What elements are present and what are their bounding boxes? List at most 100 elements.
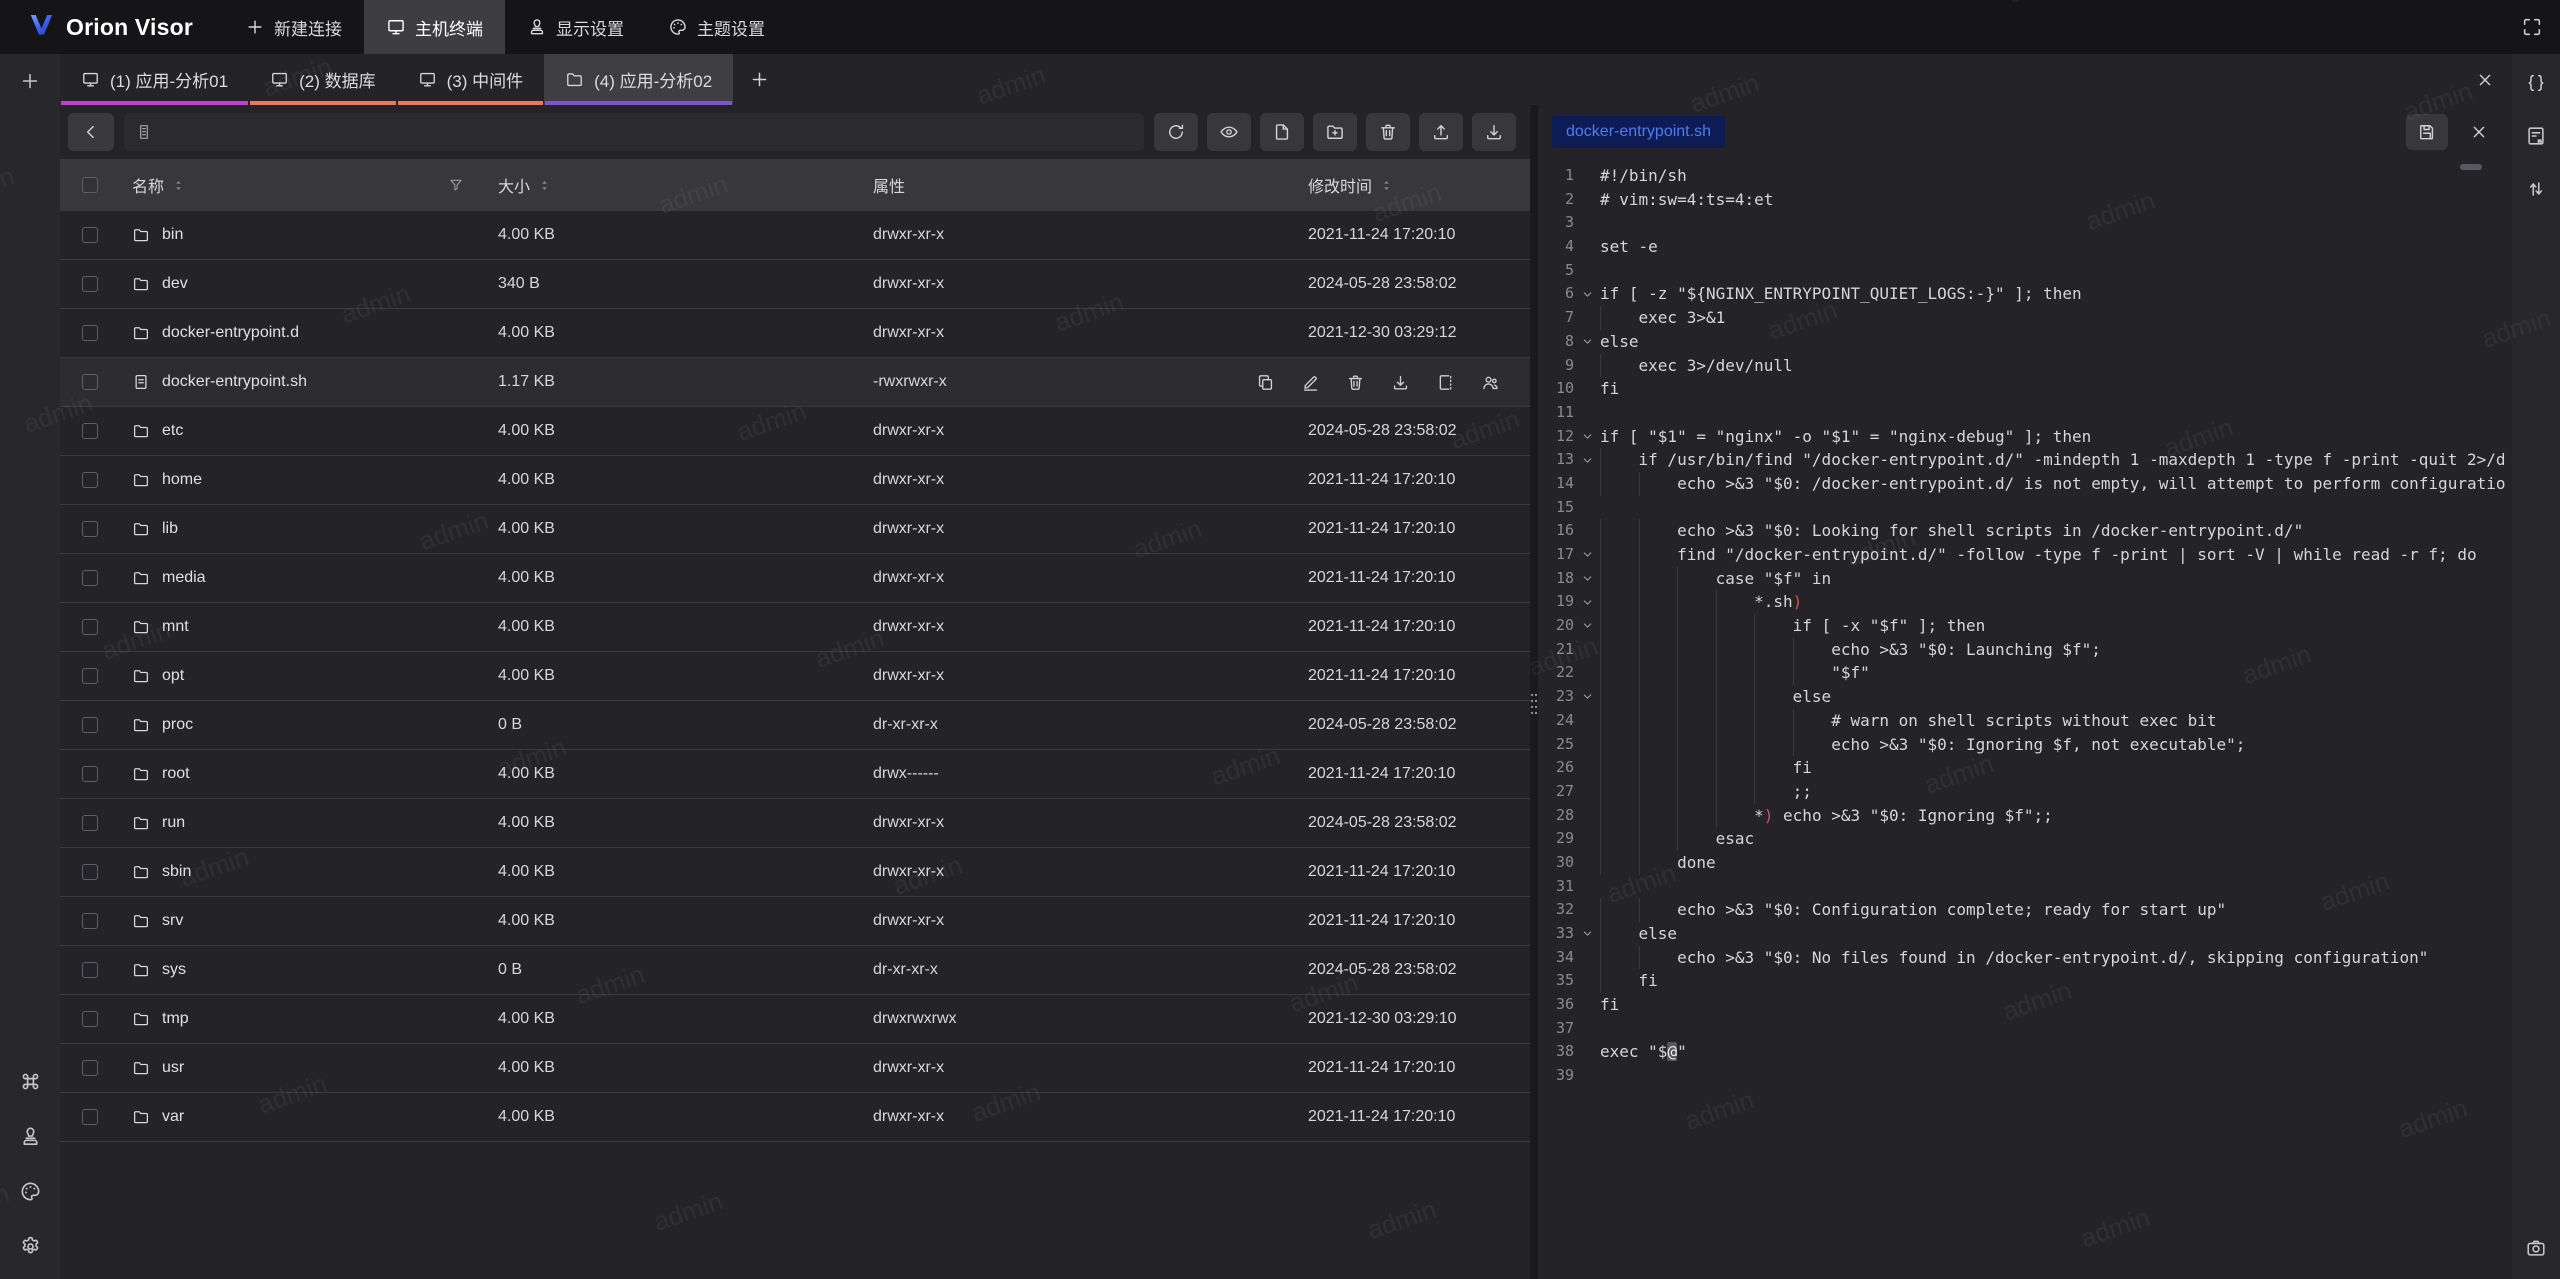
- file-row[interactable]: media4.00 KBdrwxr-xr-x2021-11-24 17:20:1…: [60, 554, 1530, 603]
- file-name[interactable]: var: [132, 1108, 184, 1126]
- file-name[interactable]: usr: [132, 1059, 184, 1077]
- close-editor-icon[interactable]: [2458, 114, 2500, 150]
- file-row[interactable]: lib4.00 KBdrwxr-xr-x2021-11-24 17:20:10: [60, 505, 1530, 554]
- menu-item[interactable]: 显示设置: [505, 0, 646, 54]
- stamp-icon[interactable]: [11, 1117, 49, 1155]
- file-row[interactable]: sbin4.00 KBdrwxr-xr-x2021-11-24 17:20:10: [60, 848, 1530, 897]
- fold-chevron-icon[interactable]: [1574, 330, 1600, 354]
- column-name-label[interactable]: 名称: [132, 173, 164, 197]
- new-connection-plus-icon[interactable]: [11, 62, 49, 100]
- file-name[interactable]: lib: [132, 520, 178, 538]
- menu-item[interactable]: 新建连接: [223, 0, 364, 54]
- add-tab-icon[interactable]: [733, 54, 785, 105]
- file-name[interactable]: etc: [132, 422, 183, 440]
- file-row[interactable]: opt4.00 KBdrwxr-xr-x2021-11-24 17:20:10: [60, 652, 1530, 701]
- back-button[interactable]: [68, 113, 114, 151]
- sort-name-icon[interactable]: [172, 179, 185, 192]
- camera-icon[interactable]: [2517, 1229, 2555, 1267]
- file-row[interactable]: sys0 Bdr-xr-xr-x2024-05-28 23:58:02: [60, 946, 1530, 995]
- download-icon[interactable]: [1472, 113, 1516, 151]
- row-checkbox[interactable]: [82, 717, 98, 733]
- file-row[interactable]: tmp4.00 KBdrwxrwxrwx2021-12-30 03:29:10: [60, 995, 1530, 1044]
- file-name[interactable]: docker-entrypoint.d: [132, 324, 299, 342]
- row-checkbox[interactable]: [82, 668, 98, 684]
- menu-item[interactable]: 主题设置: [646, 0, 787, 54]
- panel-splitter[interactable]: [1530, 105, 1538, 1279]
- fold-chevron-icon[interactable]: [1574, 425, 1600, 449]
- select-all-checkbox[interactable]: [82, 177, 98, 193]
- file-row[interactable]: bin4.00 KBdrwxr-xr-x2021-11-24 17:20:10: [60, 211, 1530, 260]
- fold-chevron-icon[interactable]: [1574, 685, 1600, 709]
- row-checkbox[interactable]: [82, 227, 98, 243]
- file-row[interactable]: var4.00 KBdrwxr-xr-x2021-11-24 17:20:10: [60, 1093, 1530, 1142]
- fold-chevron-icon[interactable]: [1574, 543, 1600, 567]
- row-checkbox[interactable]: [82, 815, 98, 831]
- fold-chevron-icon[interactable]: [1574, 922, 1600, 946]
- row-checkbox[interactable]: [82, 472, 98, 488]
- fileDoc-icon[interactable]: [1260, 113, 1304, 151]
- file-name[interactable]: media: [132, 569, 206, 587]
- brand[interactable]: Orion Visor: [0, 0, 223, 54]
- row-checkbox[interactable]: [82, 374, 98, 390]
- file-name[interactable]: opt: [132, 667, 184, 685]
- file-name[interactable]: tmp: [132, 1010, 189, 1028]
- row-checkbox[interactable]: [82, 619, 98, 635]
- file-row[interactable]: proc0 Bdr-xr-xr-x2024-05-28 23:58:02: [60, 701, 1530, 750]
- folderPlus-icon[interactable]: [1313, 113, 1357, 151]
- file-name[interactable]: bin: [132, 226, 183, 244]
- column-size-label[interactable]: 大小: [498, 173, 530, 197]
- row-checkbox[interactable]: [82, 962, 98, 978]
- file-name[interactable]: mnt: [132, 618, 189, 636]
- fold-chevron-icon[interactable]: [1574, 590, 1600, 614]
- move-icon[interactable]: [1436, 373, 1455, 392]
- file-row[interactable]: usr4.00 KBdrwxr-xr-x2021-11-24 17:20:10: [60, 1044, 1530, 1093]
- row-checkbox[interactable]: [82, 570, 98, 586]
- sortUD-icon[interactable]: [2517, 170, 2555, 208]
- file-row[interactable]: mnt4.00 KBdrwxr-xr-x2021-11-24 17:20:10: [60, 603, 1530, 652]
- file-name[interactable]: srv: [132, 912, 183, 930]
- editor-scrollbar-thumb[interactable]: [2460, 164, 2482, 170]
- file-name[interactable]: proc: [132, 716, 193, 734]
- palette-icon[interactable]: [11, 1172, 49, 1210]
- file-row[interactable]: root4.00 KBdrwx------2021-11-24 17:20:10: [60, 750, 1530, 799]
- upload-icon[interactable]: [1419, 113, 1463, 151]
- file-row[interactable]: home4.00 KBdrwxr-xr-x2021-11-24 17:20:10: [60, 456, 1530, 505]
- trash-icon[interactable]: [1346, 373, 1365, 392]
- file-row[interactable]: srv4.00 KBdrwxr-xr-x2021-11-24 17:20:10: [60, 897, 1530, 946]
- row-checkbox[interactable]: [82, 1109, 98, 1125]
- users-icon[interactable]: [1481, 373, 1500, 392]
- column-mtime-label[interactable]: 修改时间: [1308, 173, 1372, 197]
- row-checkbox[interactable]: [82, 913, 98, 929]
- row-checkbox[interactable]: [82, 276, 98, 292]
- fold-chevron-icon[interactable]: [1574, 567, 1600, 591]
- file-name[interactable]: sys: [132, 961, 186, 979]
- tab-3[interactable]: (3) 中间件: [397, 54, 545, 105]
- save-file-icon[interactable]: [2406, 114, 2448, 150]
- file-name[interactable]: dev: [132, 275, 188, 293]
- file-name[interactable]: docker-entrypoint.sh: [132, 373, 307, 391]
- sort-size-icon[interactable]: [538, 179, 551, 192]
- row-checkbox[interactable]: [82, 325, 98, 341]
- row-checkbox[interactable]: [82, 766, 98, 782]
- trash-icon[interactable]: [1366, 113, 1410, 151]
- row-checkbox[interactable]: [82, 1011, 98, 1027]
- filter-icon[interactable]: [448, 177, 464, 193]
- gear-icon[interactable]: [11, 1227, 49, 1265]
- tab-1[interactable]: (1) 应用-分析01: [60, 54, 249, 105]
- copy-icon[interactable]: [1256, 373, 1275, 392]
- row-checkbox[interactable]: [82, 864, 98, 880]
- tab-2[interactable]: (2) 数据库: [249, 54, 397, 105]
- braces-icon[interactable]: [2517, 64, 2555, 102]
- row-checkbox[interactable]: [82, 423, 98, 439]
- fold-chevron-icon[interactable]: [1574, 448, 1600, 472]
- eye-icon[interactable]: [1207, 113, 1251, 151]
- file-row[interactable]: etc4.00 KBdrwxr-xr-x2024-05-28 23:58:02: [60, 407, 1530, 456]
- path-input[interactable]: [124, 113, 1144, 151]
- docBookmark-icon[interactable]: [2517, 117, 2555, 155]
- file-name[interactable]: root: [132, 765, 190, 783]
- file-name[interactable]: home: [132, 471, 202, 489]
- file-name[interactable]: sbin: [132, 863, 191, 881]
- fullscreen-icon[interactable]: [2504, 0, 2560, 54]
- refresh-icon[interactable]: [1154, 113, 1198, 151]
- file-row[interactable]: run4.00 KBdrwxr-xr-x2024-05-28 23:58:02: [60, 799, 1530, 848]
